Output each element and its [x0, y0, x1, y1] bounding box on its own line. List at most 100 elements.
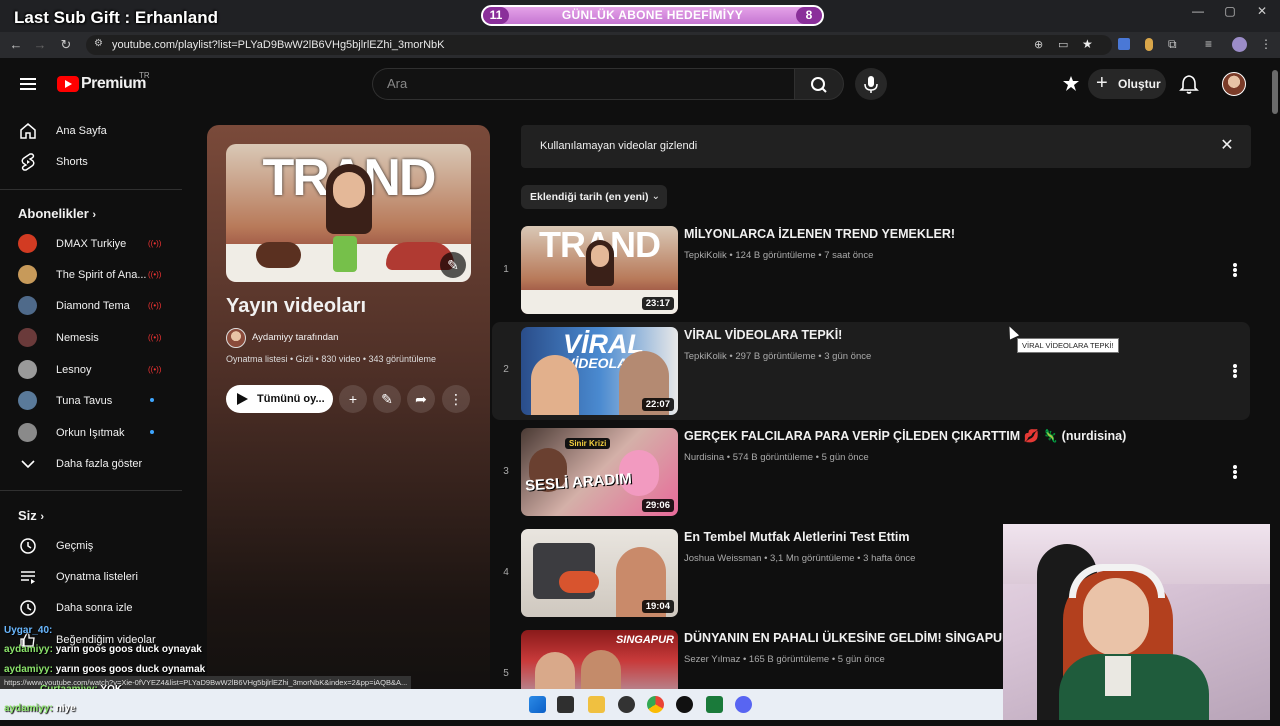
- more-options-icon[interactable]: ⋮: [442, 385, 470, 413]
- search-input[interactable]: [387, 69, 777, 99]
- channel-avatar: [18, 423, 37, 442]
- more-options-icon[interactable]: [1228, 361, 1242, 381]
- edit-thumbnail-pencil-icon[interactable]: ✎: [440, 252, 466, 278]
- owner-avatar[interactable]: [226, 328, 246, 348]
- back-icon[interactable]: ←: [6, 32, 26, 58]
- more-options-icon[interactable]: [1228, 462, 1242, 482]
- sidebar-item-watch-later[interactable]: Daha sonra izle: [0, 593, 182, 623]
- logo-region: TR: [139, 71, 150, 80]
- chat-message: aydamiyy: yarın goos goos duck oynamak: [4, 664, 205, 675]
- sidebar-item-history[interactable]: Geçmiş: [0, 531, 182, 561]
- video-duration: 29:06: [641, 499, 674, 512]
- close-window-icon[interactable]: ✕: [1247, 4, 1277, 18]
- reload-icon[interactable]: ↻: [56, 32, 76, 58]
- subscriptions-heading[interactable]: Abonelikler ›: [18, 206, 96, 221]
- premium-badge-icon[interactable]: [1062, 75, 1080, 93]
- app-icon[interactable]: [676, 696, 693, 713]
- translate-extension-icon[interactable]: [1118, 38, 1130, 50]
- video-title[interactable]: GERÇEK FALCILARA PARA VERİP ÇİLEDEN ÇIKA…: [684, 429, 1126, 444]
- streamer-shirt: [1105, 656, 1131, 696]
- user-avatar[interactable]: [1222, 72, 1246, 96]
- playlist-video-row[interactable]: 2 VİRAL VİDEOLAR 22:07 VİRAL VİDEOLARA T…: [492, 322, 1250, 420]
- extension-icon[interactable]: [1145, 38, 1153, 51]
- chat-username: Uygar_40:: [4, 625, 53, 636]
- page-scrollbar[interactable]: [1270, 58, 1280, 720]
- search-button[interactable]: [794, 68, 844, 100]
- video-thumbnail[interactable]: VİRAL VİDEOLAR 22:07: [521, 327, 678, 415]
- chevron-right-icon: ›: [40, 511, 45, 523]
- thumbnail-text: Sinir Krizi: [565, 438, 611, 449]
- you-heading[interactable]: Siz ›: [18, 508, 44, 523]
- cast-icon[interactable]: ▭: [1058, 38, 1068, 51]
- hidden-videos-notice: Kullanılamayan videolar gizlendi ✕: [521, 125, 1251, 168]
- url-text: youtube.com/playlist?list=PLYaD9BwW2lB6V…: [112, 39, 445, 51]
- sidebar-item-shorts[interactable]: Shorts: [0, 147, 182, 177]
- chat-text: yarın goos goos duck oynayak: [55, 644, 202, 655]
- extensions-puzzle-icon[interactable]: ⧉: [1168, 37, 1177, 52]
- site-info-icon[interactable]: ⚙: [94, 38, 103, 49]
- edit-pencil-icon[interactable]: ✎: [373, 385, 401, 413]
- video-thumbnail[interactable]: TRAND 23:17: [521, 226, 678, 314]
- forward-icon[interactable]: →: [30, 32, 50, 58]
- close-icon[interactable]: ✕: [1217, 136, 1237, 156]
- hamburger-menu-icon[interactable]: [16, 72, 40, 96]
- play-all-button[interactable]: Tümünü oy...: [226, 385, 333, 413]
- sidebar-item-label: Geçmiş: [56, 540, 94, 552]
- playlist-owner[interactable]: Aydamiyy tarafından: [252, 332, 338, 343]
- video-title[interactable]: VİRAL VİDEOLARA TEPKİ!: [684, 328, 842, 342]
- playlist-video-row[interactable]: 1 TRAND 23:17 MİLYONLARCA İZLENEN TREND …: [492, 226, 1250, 322]
- discord-icon[interactable]: [735, 696, 752, 713]
- url-field[interactable]: ⚙ youtube.com/playlist?list=PLYaD9BwW2lB…: [86, 35, 1112, 55]
- sidebar-item-dmax[interactable]: DMAX Turkiye ((•)): [0, 229, 182, 259]
- profile-avatar-icon[interactable]: [1232, 37, 1247, 52]
- task-view-icon[interactable]: [557, 696, 574, 713]
- reading-list-icon[interactable]: ≡: [1205, 37, 1212, 51]
- sidebar-item-lesnoy[interactable]: Lesnoy ((•)): [0, 355, 182, 385]
- playlist-video-row[interactable]: 3 Sinir Krizi SESLİ ARADIM 29:06 GERÇEK …: [492, 428, 1250, 524]
- sidebar-item-orkun[interactable]: Orkun Işıtmak: [0, 418, 182, 448]
- video-title[interactable]: MİLYONLARCA İZLENEN TREND YEMEKLER!: [684, 227, 955, 241]
- zoom-icon[interactable]: ⊕: [1034, 38, 1043, 51]
- play-all-label: Tümünü oy...: [257, 393, 325, 405]
- chrome-icon[interactable]: [647, 696, 664, 713]
- windows-start-icon[interactable]: [529, 696, 546, 713]
- minimize-icon[interactable]: —: [1183, 4, 1213, 18]
- sidebar-item-home[interactable]: Ana Sayfa: [0, 116, 182, 146]
- video-thumbnail[interactable]: Sinir Krizi SESLİ ARADIM 29:06: [521, 428, 678, 516]
- add-to-playlist-plus-icon[interactable]: +: [339, 385, 367, 413]
- obs-icon[interactable]: [618, 696, 635, 713]
- terminal-icon[interactable]: [706, 696, 723, 713]
- video-title[interactable]: En Tembel Mutfak Aletlerini Test Ettim: [684, 530, 910, 544]
- logo-premium-text[interactable]: Premium: [81, 75, 146, 93]
- voice-search-button[interactable]: [855, 68, 887, 100]
- home-icon: [20, 123, 36, 139]
- notifications-bell-icon[interactable]: [1179, 74, 1199, 94]
- bookmark-star-icon[interactable]: ★: [1082, 37, 1093, 51]
- video-meta: Nurdisina • 574 B görüntüleme • 5 gün ön…: [684, 452, 869, 463]
- playlist-thumbnail[interactable]: TRAND ✎: [226, 144, 471, 282]
- maximize-icon[interactable]: ▢: [1215, 4, 1245, 18]
- more-options-icon[interactable]: [1228, 260, 1242, 280]
- chat-username: aydamiyy:: [4, 644, 53, 655]
- sidebar-item-tuna-tavus[interactable]: Tuna Tavus: [0, 386, 182, 416]
- create-button[interactable]: + Oluştur: [1088, 69, 1166, 99]
- video-duration: 23:17: [641, 297, 674, 310]
- video-meta: TepkiKolik • 124 B görüntüleme • 7 saat …: [684, 250, 874, 261]
- sidebar-item-spirit[interactable]: The Spirit of Ana... ((•)): [0, 260, 182, 290]
- thumbnail-food: [559, 571, 599, 593]
- channel-avatar: [18, 391, 37, 410]
- video-title[interactable]: DÜNYANIN EN PAHALI ÜLKESİNE GELDİM! SİNG…: [684, 631, 1032, 645]
- chat-text: yarın goos goos duck oynamak: [55, 664, 206, 675]
- share-icon[interactable]: ➦: [407, 385, 435, 413]
- sidebar-item-nemesis[interactable]: Nemesis ((•)): [0, 323, 182, 353]
- file-explorer-icon[interactable]: [588, 696, 605, 713]
- browser-menu-icon[interactable]: ⋮: [1260, 37, 1272, 51]
- sidebar-item-playlists[interactable]: Oynatma listeleri: [0, 562, 182, 592]
- youtube-logo-icon[interactable]: [57, 76, 79, 92]
- scrollbar-thumb[interactable]: [1272, 70, 1278, 114]
- video-thumbnail[interactable]: 19:04: [521, 529, 678, 617]
- thumbnail-drink: [333, 236, 357, 272]
- sidebar-item-diamond-tema[interactable]: Diamond Tema ((•)): [0, 291, 182, 321]
- sidebar-show-more[interactable]: Daha fazla göster: [0, 449, 182, 479]
- sort-dropdown[interactable]: Eklendiği tarih (en yeni) ⌄: [521, 185, 667, 209]
